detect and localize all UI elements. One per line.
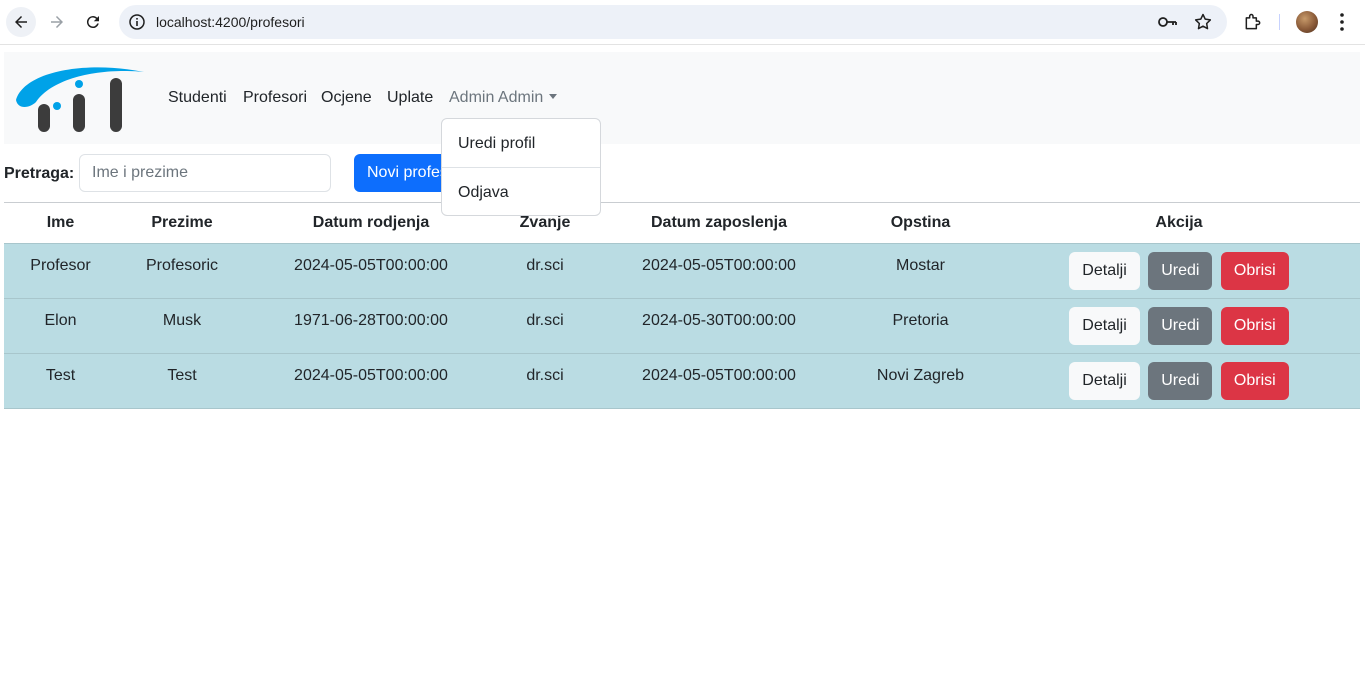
column-header-opstina: Opstina [843, 202, 998, 244]
cell-opstina: Mostar [843, 243, 998, 299]
cell-datum-zaposlenja: 2024-05-30T00:00:00 [595, 298, 843, 354]
cell-datum-rodjenja: 2024-05-05T00:00:00 [247, 243, 495, 299]
table-header-row: Ime Prezime Datum rodjenja Zvanje Datum … [4, 202, 1360, 244]
cell-zvanje: dr.sci [495, 353, 595, 409]
dropdown-item-logout[interactable]: Odjava [458, 184, 509, 202]
edit-button[interactable]: Uredi [1148, 362, 1213, 400]
details-button[interactable]: Detalji [1069, 307, 1140, 345]
bookmark-star-icon[interactable] [1193, 12, 1213, 32]
cell-actions: Detalji Uredi Obrisi [998, 353, 1360, 409]
menu-kebab-icon[interactable] [1334, 12, 1350, 32]
forward-arrow-icon[interactable] [42, 7, 72, 37]
nav-link-ocjene[interactable]: Ocjene [321, 89, 372, 107]
reload-icon[interactable] [78, 7, 108, 37]
table-row: Test Test 2024-05-05T00:00:00 dr.sci 202… [4, 353, 1360, 409]
delete-button[interactable]: Obrisi [1220, 252, 1289, 290]
cell-ime: Elon [4, 298, 117, 354]
search-label: Pretraga: [4, 165, 75, 182]
cell-datum-rodjenja: 1971-06-28T00:00:00 [247, 298, 495, 354]
professors-table: Ime Prezime Datum rodjenja Zvanje Datum … [4, 202, 1360, 409]
search-input[interactable] [79, 154, 331, 192]
back-arrow-icon[interactable] [6, 7, 36, 37]
user-menu-toggle[interactable]: Admin Admin [449, 89, 558, 107]
cell-datum-rodjenja: 2024-05-05T00:00:00 [247, 353, 495, 409]
site-info-icon[interactable] [129, 14, 145, 30]
nav-link-studenti[interactable]: Studenti [168, 89, 227, 107]
details-button[interactable]: Detalji [1069, 252, 1140, 290]
column-header-akcija: Akcija [998, 202, 1360, 244]
user-dropdown-menu: Uredi profil Odjava [441, 118, 601, 216]
extensions-puzzle-icon[interactable] [1243, 12, 1263, 32]
browser-toolbar: localhost:4200/profesori [0, 0, 1365, 45]
column-header-datum-zaposlenja: Datum zaposlenja [595, 202, 843, 244]
toolbar-separator [1279, 14, 1280, 30]
delete-button[interactable]: Obrisi [1220, 362, 1289, 400]
nav-link-profesori[interactable]: Profesori [243, 89, 307, 107]
cell-prezime: Musk [117, 298, 247, 354]
cell-datum-zaposlenja: 2024-05-05T00:00:00 [595, 353, 843, 409]
cell-opstina: Novi Zagreb [843, 353, 998, 409]
dropdown-divider [442, 167, 600, 168]
edit-button[interactable]: Uredi [1148, 307, 1213, 345]
cell-opstina: Pretoria [843, 298, 998, 354]
dropdown-item-edit-profile[interactable]: Uredi profil [458, 135, 535, 153]
profile-avatar[interactable] [1296, 11, 1318, 33]
delete-button[interactable]: Obrisi [1220, 307, 1289, 345]
fit-logo[interactable] [14, 62, 144, 134]
cell-ime: Profesor [4, 243, 117, 299]
user-menu-label: Admin Admin [449, 89, 544, 106]
cell-prezime: Profesoric [117, 243, 247, 299]
cell-prezime: Test [117, 353, 247, 409]
caret-down-icon [549, 94, 558, 99]
table-row: Elon Musk 1971-06-28T00:00:00 dr.sci 202… [4, 298, 1360, 354]
cell-ime: Test [4, 353, 117, 409]
cell-zvanje: dr.sci [495, 298, 595, 354]
column-header-prezime: Prezime [117, 202, 247, 244]
cell-datum-zaposlenja: 2024-05-05T00:00:00 [595, 243, 843, 299]
nav-link-uplate[interactable]: Uplate [387, 89, 433, 107]
table-row: Profesor Profesoric 2024-05-05T00:00:00 … [4, 243, 1360, 299]
cell-actions: Detalji Uredi Obrisi [998, 298, 1360, 354]
details-button[interactable]: Detalji [1069, 362, 1140, 400]
edit-button[interactable]: Uredi [1148, 252, 1213, 290]
cell-zvanje: dr.sci [495, 243, 595, 299]
column-header-ime: Ime [4, 202, 117, 244]
cell-actions: Detalji Uredi Obrisi [998, 243, 1360, 299]
password-key-icon[interactable] [1157, 13, 1177, 31]
address-bar[interactable]: localhost:4200/profesori [119, 5, 1227, 39]
navbar: Studenti Profesori Ocjene Uplate Admin A… [4, 52, 1360, 144]
url-text[interactable]: localhost:4200/profesori [156, 14, 305, 30]
